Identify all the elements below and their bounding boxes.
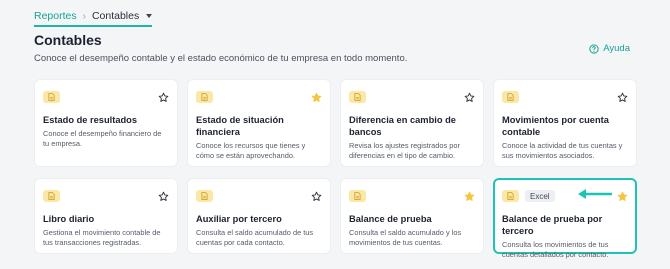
report-card[interactable]: Estado de situación financiera Conoce los… <box>187 79 331 167</box>
card-title: Libro diario <box>43 214 95 224</box>
card-description: Revisa los ajustes registrados por difer… <box>349 141 460 160</box>
report-card[interactable]: Excel Balance de prueba por tercero Consul… <box>493 178 637 259</box>
card-description: Conoce los recursos que tienes y cómo se… <box>196 141 306 160</box>
card-header <box>349 90 475 104</box>
report-card[interactable]: Diferencia en cambio de bancos Revisa los… <box>340 79 484 167</box>
document-icon <box>43 190 60 202</box>
card-title: Estado de resultados <box>43 115 138 125</box>
card-header-left: Excel <box>502 190 555 202</box>
card-title: Movimientos por cuenta contable <box>502 115 609 137</box>
card-description: Gestiona el movimiento contable de tus t… <box>43 228 161 247</box>
report-card[interactable]: Balance de prueba Consulta el saldo acumu… <box>340 178 484 254</box>
card-description: Consulta los movimientos de tus cuentas … <box>502 240 609 259</box>
card-title: Balance de prueba <box>349 214 432 224</box>
card-header <box>349 189 475 203</box>
card-title: Balance de prueba por tercero <box>502 214 603 236</box>
card-description: Conoce la actividad de tus cuentas y sus… <box>502 141 623 160</box>
report-card[interactable]: Estado de resultados Conoce el desempeño … <box>34 79 178 167</box>
star-filled-icon[interactable] <box>464 191 475 202</box>
card-header <box>43 189 169 203</box>
breadcrumb-current[interactable]: Contables <box>92 10 139 22</box>
card-description: Consulta el saldo acumulado de tus cuent… <box>196 228 314 247</box>
card-title: Estado de situación financiera <box>196 115 284 137</box>
card-header <box>196 90 322 104</box>
card-header-left <box>196 91 213 103</box>
caret-down-icon[interactable] <box>146 14 153 18</box>
card-description: Conoce el desempeño financiero de tu emp… <box>43 129 162 148</box>
help-label: Ayuda <box>603 43 630 54</box>
help-icon <box>589 43 599 54</box>
document-icon <box>349 91 366 103</box>
page-title: Contables <box>34 32 102 48</box>
star-outline-icon[interactable] <box>617 92 628 103</box>
star-outline-icon[interactable] <box>158 92 169 103</box>
document-icon <box>196 190 213 202</box>
card-header-left <box>349 190 366 202</box>
document-icon <box>502 190 519 202</box>
card-header-left <box>43 190 60 202</box>
card-header-left <box>349 91 366 103</box>
breadcrumb: Reportes › Contables <box>34 10 153 27</box>
document-icon <box>502 91 519 103</box>
document-icon <box>196 91 213 103</box>
breadcrumb-reportes-link[interactable]: Reportes <box>34 10 77 22</box>
star-filled-icon[interactable] <box>311 92 322 103</box>
card-title: Auxiliar por tercero <box>196 214 282 224</box>
chevron-right-icon: › <box>82 10 86 22</box>
card-description: Consulta el saldo acumulado y los movimi… <box>349 228 462 247</box>
card-header-left <box>502 91 519 103</box>
star-outline-icon[interactable] <box>311 191 322 202</box>
report-cards-grid: Estado de resultados Conoce el desempeño … <box>34 79 637 259</box>
star-outline-icon[interactable] <box>158 191 169 202</box>
document-icon <box>43 91 60 103</box>
card-header-left <box>43 91 60 103</box>
star-filled-icon[interactable] <box>617 191 628 202</box>
report-card[interactable]: Movimientos por cuenta contable Conoce la… <box>493 79 637 167</box>
arrow-left-icon <box>578 189 613 199</box>
card-title: Diferencia en cambio de bancos <box>349 115 456 137</box>
document-icon <box>349 190 366 202</box>
format-tag: Excel <box>525 190 555 202</box>
report-card[interactable]: Auxiliar por tercero Consulta el saldo ac… <box>187 178 331 254</box>
report-card[interactable]: Libro diario Gestiona el movimiento conta… <box>34 178 178 254</box>
card-header <box>502 90 628 104</box>
card-header-left <box>196 190 213 202</box>
page-subtitle: Conoce el desempeño contable y el estado… <box>34 53 408 64</box>
help-link[interactable]: Ayuda <box>589 43 630 54</box>
card-header <box>43 90 169 104</box>
card-header <box>196 189 322 203</box>
star-outline-icon[interactable] <box>464 92 475 103</box>
